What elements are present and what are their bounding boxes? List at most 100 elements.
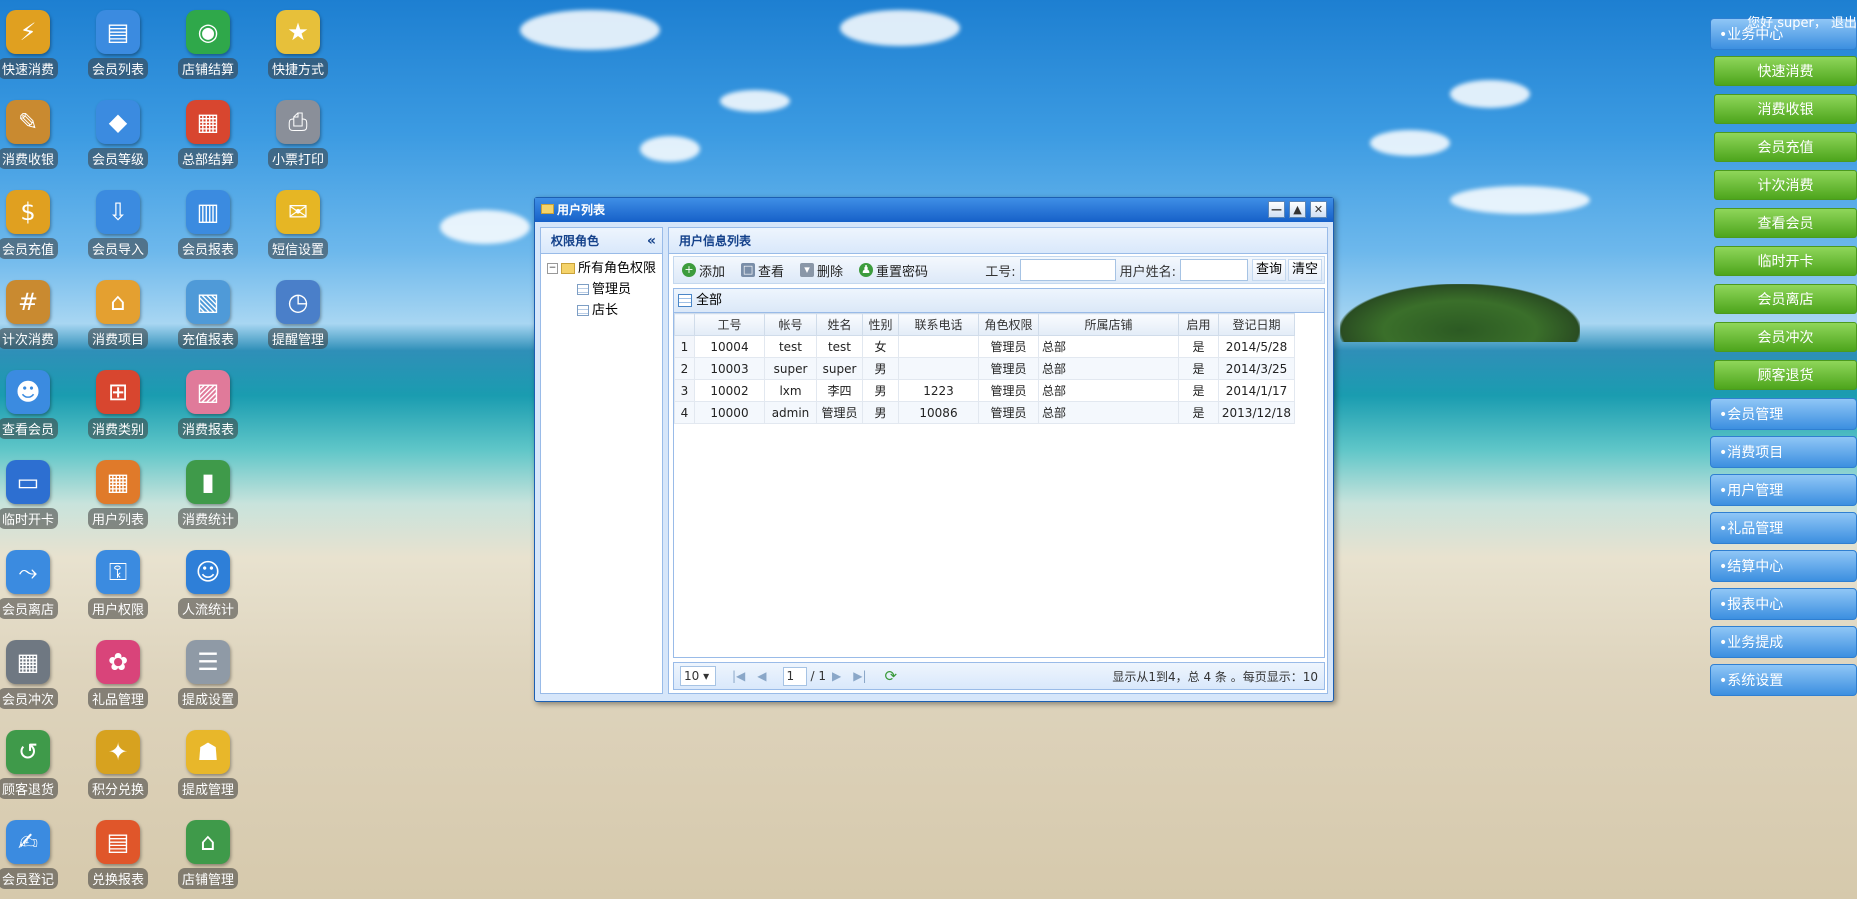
column-header[interactable]: 所属店铺 [1038, 313, 1179, 336]
desktop-icon-member-register[interactable]: ✍ 会员登记 [0, 814, 72, 896]
add-button[interactable]: + 添加 [682, 261, 725, 280]
minimize-button[interactable]: — [1268, 201, 1285, 218]
desktop-icon-user-permission[interactable]: ⚿ 用户权限 [74, 544, 162, 626]
column-header[interactable]: 角色权限 [978, 313, 1039, 336]
desktop-icon-exchange-report[interactable]: ▤ 兑换报表 [74, 814, 162, 896]
nav-section-header[interactable]: •报表中心 [1710, 588, 1857, 620]
page-number-input[interactable]: 1 [782, 666, 807, 686]
column-header[interactable]: 帐号 [764, 313, 817, 336]
desktop-icon-user-list[interactable]: ▦ 用户列表 [74, 454, 162, 536]
tree-item-manager[interactable]: 店长 [547, 300, 656, 321]
desktop-icon-printer[interactable]: ⎙ 小票打印 [254, 94, 342, 176]
business-menu-item[interactable]: 查看会员 [1714, 208, 1857, 238]
column-header[interactable]: 工号 [694, 313, 765, 336]
first-page-icon[interactable]: |◀ [732, 669, 745, 683]
desktop-icon-member-report[interactable]: ▥ 会员报表 [164, 184, 252, 266]
last-page-icon[interactable]: ▶| [853, 669, 866, 683]
refresh-icon[interactable]: ⟳ [885, 667, 898, 685]
cloud [1450, 186, 1590, 214]
id-input[interactable] [1019, 259, 1116, 281]
desktop-icon-consume-stats[interactable]: ▮ 消费统计 [164, 454, 252, 536]
maximize-button[interactable]: ▲ [1289, 201, 1306, 218]
collapse-icon[interactable]: « [647, 228, 656, 254]
desktop-icon-member-list[interactable]: ▤ 会员列表 [74, 4, 162, 86]
nav-section-header[interactable]: •消费项目 [1710, 436, 1857, 468]
table-row[interactable]: 2 10003 super super 男管理员 总部是 2014/3/25 [674, 357, 1295, 380]
desktop-icon-commission-settings[interactable]: ☰ 提成设置 [164, 634, 252, 716]
desktop-icon-shop-manage[interactable]: ⌂ 店铺管理 [164, 814, 252, 896]
business-menu-item[interactable]: 会员冲次 [1714, 322, 1857, 352]
tree-root[interactable]: − 所有角色权限 [547, 258, 656, 279]
query-button[interactable]: 查询 [1251, 259, 1286, 281]
desktop-icon-shortcut-folder[interactable]: ★ 快捷方式 [254, 4, 342, 86]
desktop-icon-temp-card[interactable]: ▭ 临时开卡 [0, 454, 72, 536]
column-header[interactable]: 联系电话 [898, 313, 979, 336]
column-header[interactable]: 登记日期 [1218, 313, 1295, 336]
tree-item-admin[interactable]: 管理员 [547, 279, 656, 300]
desktop-icon-count-consume[interactable]: # 计次消费 [0, 274, 72, 356]
tree-collapse-icon[interactable]: − [547, 263, 558, 274]
user-permission-icon: ⚿ [96, 550, 140, 594]
business-menu-item[interactable]: 会员离店 [1714, 284, 1857, 314]
nav-section-header[interactable]: •会员管理 [1710, 398, 1857, 430]
desktop-icon-consume-report[interactable]: ▨ 消费报表 [164, 364, 252, 446]
prev-page-icon[interactable]: ◀ [757, 669, 766, 683]
column-header[interactable]: 启用 [1178, 313, 1219, 336]
folder-icon [541, 204, 554, 214]
desktop-icon-recharge-report[interactable]: ▧ 充值报表 [164, 274, 252, 356]
desktop-icon-member-recharge[interactable]: $ 会员充值 [0, 184, 72, 266]
desktop-icon-hq-settlement[interactable]: ▦ 总部结算 [164, 94, 252, 176]
user-greeting[interactable]: 您好,super， 退出 [1747, 12, 1857, 31]
desktop-icon-commission-manage[interactable]: ☗ 提成管理 [164, 724, 252, 806]
total-pages: / 1 [810, 669, 827, 683]
desktop-icon-consume-category[interactable]: ⊞ 消费类别 [74, 364, 162, 446]
close-button[interactable]: ✕ [1310, 201, 1327, 218]
view-button[interactable]: □ 查看 [741, 261, 784, 280]
business-menu-item[interactable]: 消费收银 [1714, 94, 1857, 124]
desktop-icon-points-exchange[interactable]: ✦ 积分兑换 [74, 724, 162, 806]
nav-section-header[interactable]: •业务提成 [1710, 626, 1857, 658]
desktop-icon-view-member[interactable]: ☻ 查看会员 [0, 364, 72, 446]
nav-section-header[interactable]: •礼品管理 [1710, 512, 1857, 544]
desktop-icon-sms-settings[interactable]: ✉ 短信设置 [254, 184, 342, 266]
column-header[interactable]: 性别 [862, 313, 899, 336]
clear-button[interactable]: 清空 [1287, 259, 1322, 281]
delete-button[interactable]: ▾ 删除 [800, 261, 843, 280]
nav-section-header[interactable]: •用户管理 [1710, 474, 1857, 506]
column-header[interactable]: 姓名 [816, 313, 863, 336]
reset-password-button[interactable]: ♟ 重置密码 [859, 261, 928, 280]
name-input[interactable] [1179, 259, 1248, 281]
desktop-icon-cashier[interactable]: ✎ 消费收银 [0, 94, 72, 176]
desktop-icon-label: 消费项目 [87, 328, 148, 349]
business-menu-item[interactable]: 快速消费 [1714, 56, 1857, 86]
desktop-icon-customer-return[interactable]: ↺ 顾客退货 [0, 724, 72, 806]
desktop-icon-fast-consume[interactable]: ⚡ 快速消费 [0, 4, 72, 86]
window-titlebar[interactable]: 用户列表 — ▲ ✕ [535, 198, 1333, 222]
business-menu-item[interactable]: 临时开卡 [1714, 246, 1857, 276]
next-page-icon[interactable]: ▶ [832, 669, 841, 683]
desktop-icon-member-leave[interactable]: ⤳ 会员离店 [0, 544, 72, 626]
page-size-select[interactable]: 10 ▾ [680, 666, 716, 686]
business-menu-item[interactable]: 会员充值 [1714, 132, 1857, 162]
table-row[interactable]: 1 10004 test test 女管理员 总部是 2014/5/28 [674, 335, 1295, 358]
view-member-icon: ☻ [6, 370, 50, 414]
desktop-icon-traffic-stats[interactable]: ☺ 人流统计 [164, 544, 252, 626]
exchange-report-icon: ▤ [96, 820, 140, 864]
nav-section-header[interactable]: •系统设置 [1710, 664, 1857, 696]
business-menu-item[interactable]: 顾客退货 [1714, 360, 1857, 390]
desktop-icon-shop-settlement[interactable]: ◉ 店铺结算 [164, 4, 252, 86]
desktop-icon-consume-item[interactable]: ⌂ 消费项目 [74, 274, 162, 356]
desktop-icon-calculator[interactable]: ▦ 会员冲次 [0, 634, 72, 716]
nav-section-header[interactable]: •结算中心 [1710, 550, 1857, 582]
table-row[interactable]: 3 10002 lxm 李四男 1223 管理员 总部是 2014/1/17 [674, 379, 1295, 402]
desktop-icon-reminder-clock[interactable]: ◷ 提醒管理 [254, 274, 342, 356]
desktop-icon-label: 会员报表 [177, 238, 238, 259]
desktop-icon-member-level[interactable]: ◆ 会员等级 [74, 94, 162, 176]
desktop-icon-member-import[interactable]: ⇩ 会员导入 [74, 184, 162, 266]
business-menu-item[interactable]: 计次消费 [1714, 170, 1857, 200]
tree-item-label: 管理员 [592, 282, 632, 297]
table-row[interactable]: 4 10000 admin 管理员男 10086 管理员 总部是 2013/12/18 [674, 401, 1295, 424]
role-pane: 权限角色 « − 所有角色权限 管理员 店长 [540, 227, 663, 694]
desktop-icon-gift[interactable]: ✿ 礼品管理 [74, 634, 162, 716]
column-header[interactable] [674, 313, 695, 336]
